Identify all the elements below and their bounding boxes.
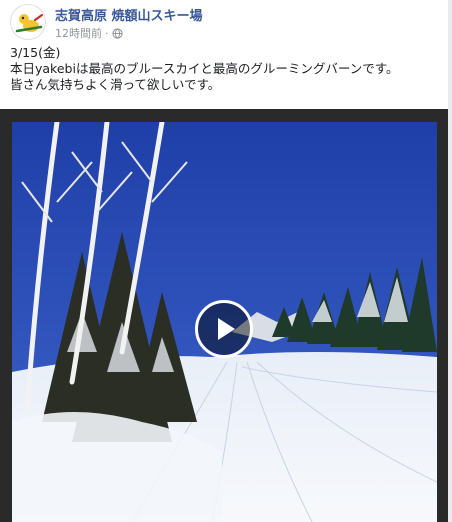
video-player[interactable]: [0, 109, 448, 522]
post-meta: 12時間前 ·: [55, 25, 123, 41]
post-caption: 3/15(金) 本日yakebiは最高のブルースカイと最高のグルーミングバーンで…: [10, 45, 440, 93]
play-button[interactable]: [195, 300, 253, 358]
page-name-link[interactable]: 志賀高原 焼額山スキー場: [55, 5, 203, 24]
post-header: 志賀高原 焼額山スキー場 12時間前 ·: [10, 4, 440, 40]
caption-line-1: 本日yakebiは最高のブルースカイと最高のグルーミングバーンです。: [10, 61, 399, 76]
meta-separator: ·: [105, 26, 109, 40]
facebook-post: 志賀高原 焼額山スキー場 12時間前 · 3/15(金) 本日yakebiは最高…: [0, 0, 452, 522]
globe-icon[interactable]: [111, 27, 123, 39]
play-icon: [218, 318, 235, 340]
page-avatar[interactable]: [10, 4, 46, 40]
caption-line-date: 3/15(金): [10, 45, 61, 60]
post-timestamp[interactable]: 12時間前: [55, 25, 102, 41]
caption-line-2: 皆さん気持ちよく滑って欲しいです。: [10, 77, 221, 92]
mascot-logo-icon: [12, 6, 45, 39]
page-scroll-edge: [448, 0, 452, 522]
